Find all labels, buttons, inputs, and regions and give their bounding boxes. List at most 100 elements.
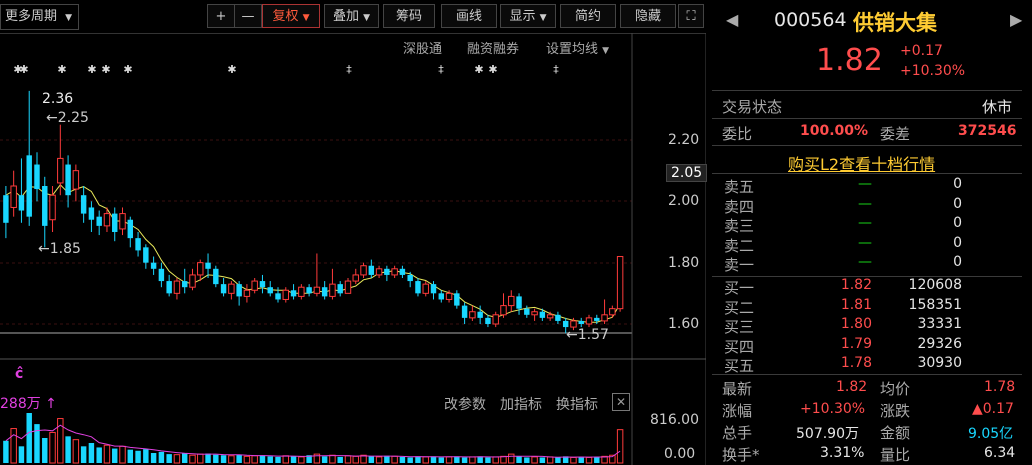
bid-price-2: 1.80 [840,316,872,332]
stat-hs-label: 换手* [722,446,760,464]
volume-bar [430,456,437,463]
ask-book: 卖五 — 0 卖四 — 0 卖三 — 0 卖二 — 0 卖一 — 0 [712,176,1022,276]
hide-button[interactable]: 隐藏 [620,4,676,28]
candle [267,281,273,297]
event-marker-icon[interactable]: ‡ [553,63,559,76]
period-dropdown[interactable]: 更多周期 ▼ [0,4,80,30]
bid-label-3: 买四 [724,337,755,356]
ask-price-3: — [858,234,872,251]
candle [34,152,40,202]
event-marker-icon[interactable]: ✱ [488,63,497,76]
ask-label-3: 卖二 [724,236,755,255]
candle [205,253,211,278]
volume-bar [267,456,273,463]
kline-chart[interactable]: ✱✱ ✱ ✱ ✱ ✱ ✱ ‡ ‡ ✱ ✱ ‡ [0,33,706,465]
volume-bar [42,438,48,463]
event-marker-icon[interactable]: ‡ [346,63,352,76]
fuquan-button[interactable]: 复权 ▼ [262,4,320,28]
next-stock-icon[interactable]: ▶ [1010,10,1022,29]
candle [508,290,515,312]
event-marker-icon[interactable]: ✱ [123,63,132,76]
candle [236,281,242,306]
volume-bar [220,455,227,463]
l2-quote-link[interactable]: 购买L2查看十档行情 [788,151,935,175]
volume-bar [181,453,188,463]
volume-bar [135,450,141,463]
event-marker-icon[interactable]: ✱ [19,63,28,76]
draw-line-button[interactable]: 画线 [441,4,497,28]
candle [119,207,126,236]
candle [399,265,406,278]
prev-stock-icon[interactable]: ◀ [726,10,738,29]
divider [712,374,1022,375]
candle [555,311,561,324]
overlay-button[interactable]: 叠加 ▼ [324,4,379,28]
volume-bar [158,451,165,463]
volume-bar [391,455,398,464]
candle [275,287,281,303]
candle [213,265,219,288]
stat-zf-label: 涨幅 [722,402,753,420]
stat-je: 9.05亿 [968,426,1014,442]
volume-bar [119,445,126,464]
price-change: +0.17 [900,43,943,59]
stat-lb-label: 量比 [880,446,911,464]
price-label-220: 2.20 [668,132,700,148]
volume-value-text: 288万 [0,396,41,412]
event-marker-icon[interactable]: ‡ [438,63,444,76]
candle [72,164,80,202]
ask-price-1: — [858,195,872,212]
event-marker-icon[interactable]: ✱ [227,63,236,76]
switch-indicator-button[interactable]: 换指标 [556,394,598,414]
ask-volume-0: 0 [953,176,962,192]
current-price: 1.82 [816,43,883,78]
display-button[interactable]: 显示 ▼ [500,4,556,28]
edit-params-button[interactable]: 改参数 [444,394,486,414]
bid-volume-4: 30930 [917,355,962,371]
candle [609,305,616,318]
candle [384,265,390,282]
event-marker-icon[interactable]: ✱ [474,63,483,76]
wc-value: 372546 [958,123,1017,139]
bid-label-0: 买一 [724,279,755,297]
price-change-pct: +10.30% [900,63,966,79]
ask-price-4: — [858,254,872,270]
volume-bar [189,454,196,464]
volume-bar [399,456,406,463]
candle [42,176,48,248]
event-marker-icon[interactable]: ✱ [87,63,96,76]
simple-button[interactable]: 简约 [560,4,616,28]
stat-zs: 507.90万 [796,426,859,442]
volume-bar [49,431,56,464]
volume-bar [344,455,352,464]
candle [485,314,491,328]
bid-price-4: 1.78 [840,355,872,371]
fullscreen-icon[interactable]: ⛶ [678,4,704,28]
candle [88,201,95,232]
low2-annotation: ←1.57 [566,327,609,343]
volume-bar [524,457,530,463]
high-annotation: 2.36 [42,91,74,107]
volume-bar [508,453,515,464]
volume-bar [197,453,204,464]
volume-bar [10,428,17,464]
ask-volume-4: 0 [953,254,962,270]
close-icon[interactable]: ✕ [612,393,630,411]
ask-label-4: 卖一 [724,256,755,274]
ask-volume-2: 0 [953,215,962,231]
candle [469,305,476,321]
chips-button[interactable]: 筹码 [383,4,435,28]
volume-bar [205,453,211,463]
add-indicator-button[interactable]: 加指标 [500,394,542,414]
zoom-out-button[interactable]: — [234,4,262,28]
divider [712,173,1022,174]
candle [150,256,157,275]
event-marker-icon[interactable]: ✱ [101,63,110,76]
period-label: 更多周期 [5,9,58,24]
zoom-in-button[interactable]: + [207,4,235,28]
volume-bar [72,439,80,464]
event-marker-icon[interactable]: ✱ [57,63,66,76]
candle [173,278,181,300]
candle [158,262,165,288]
ask-label-2: 卖三 [724,217,755,235]
